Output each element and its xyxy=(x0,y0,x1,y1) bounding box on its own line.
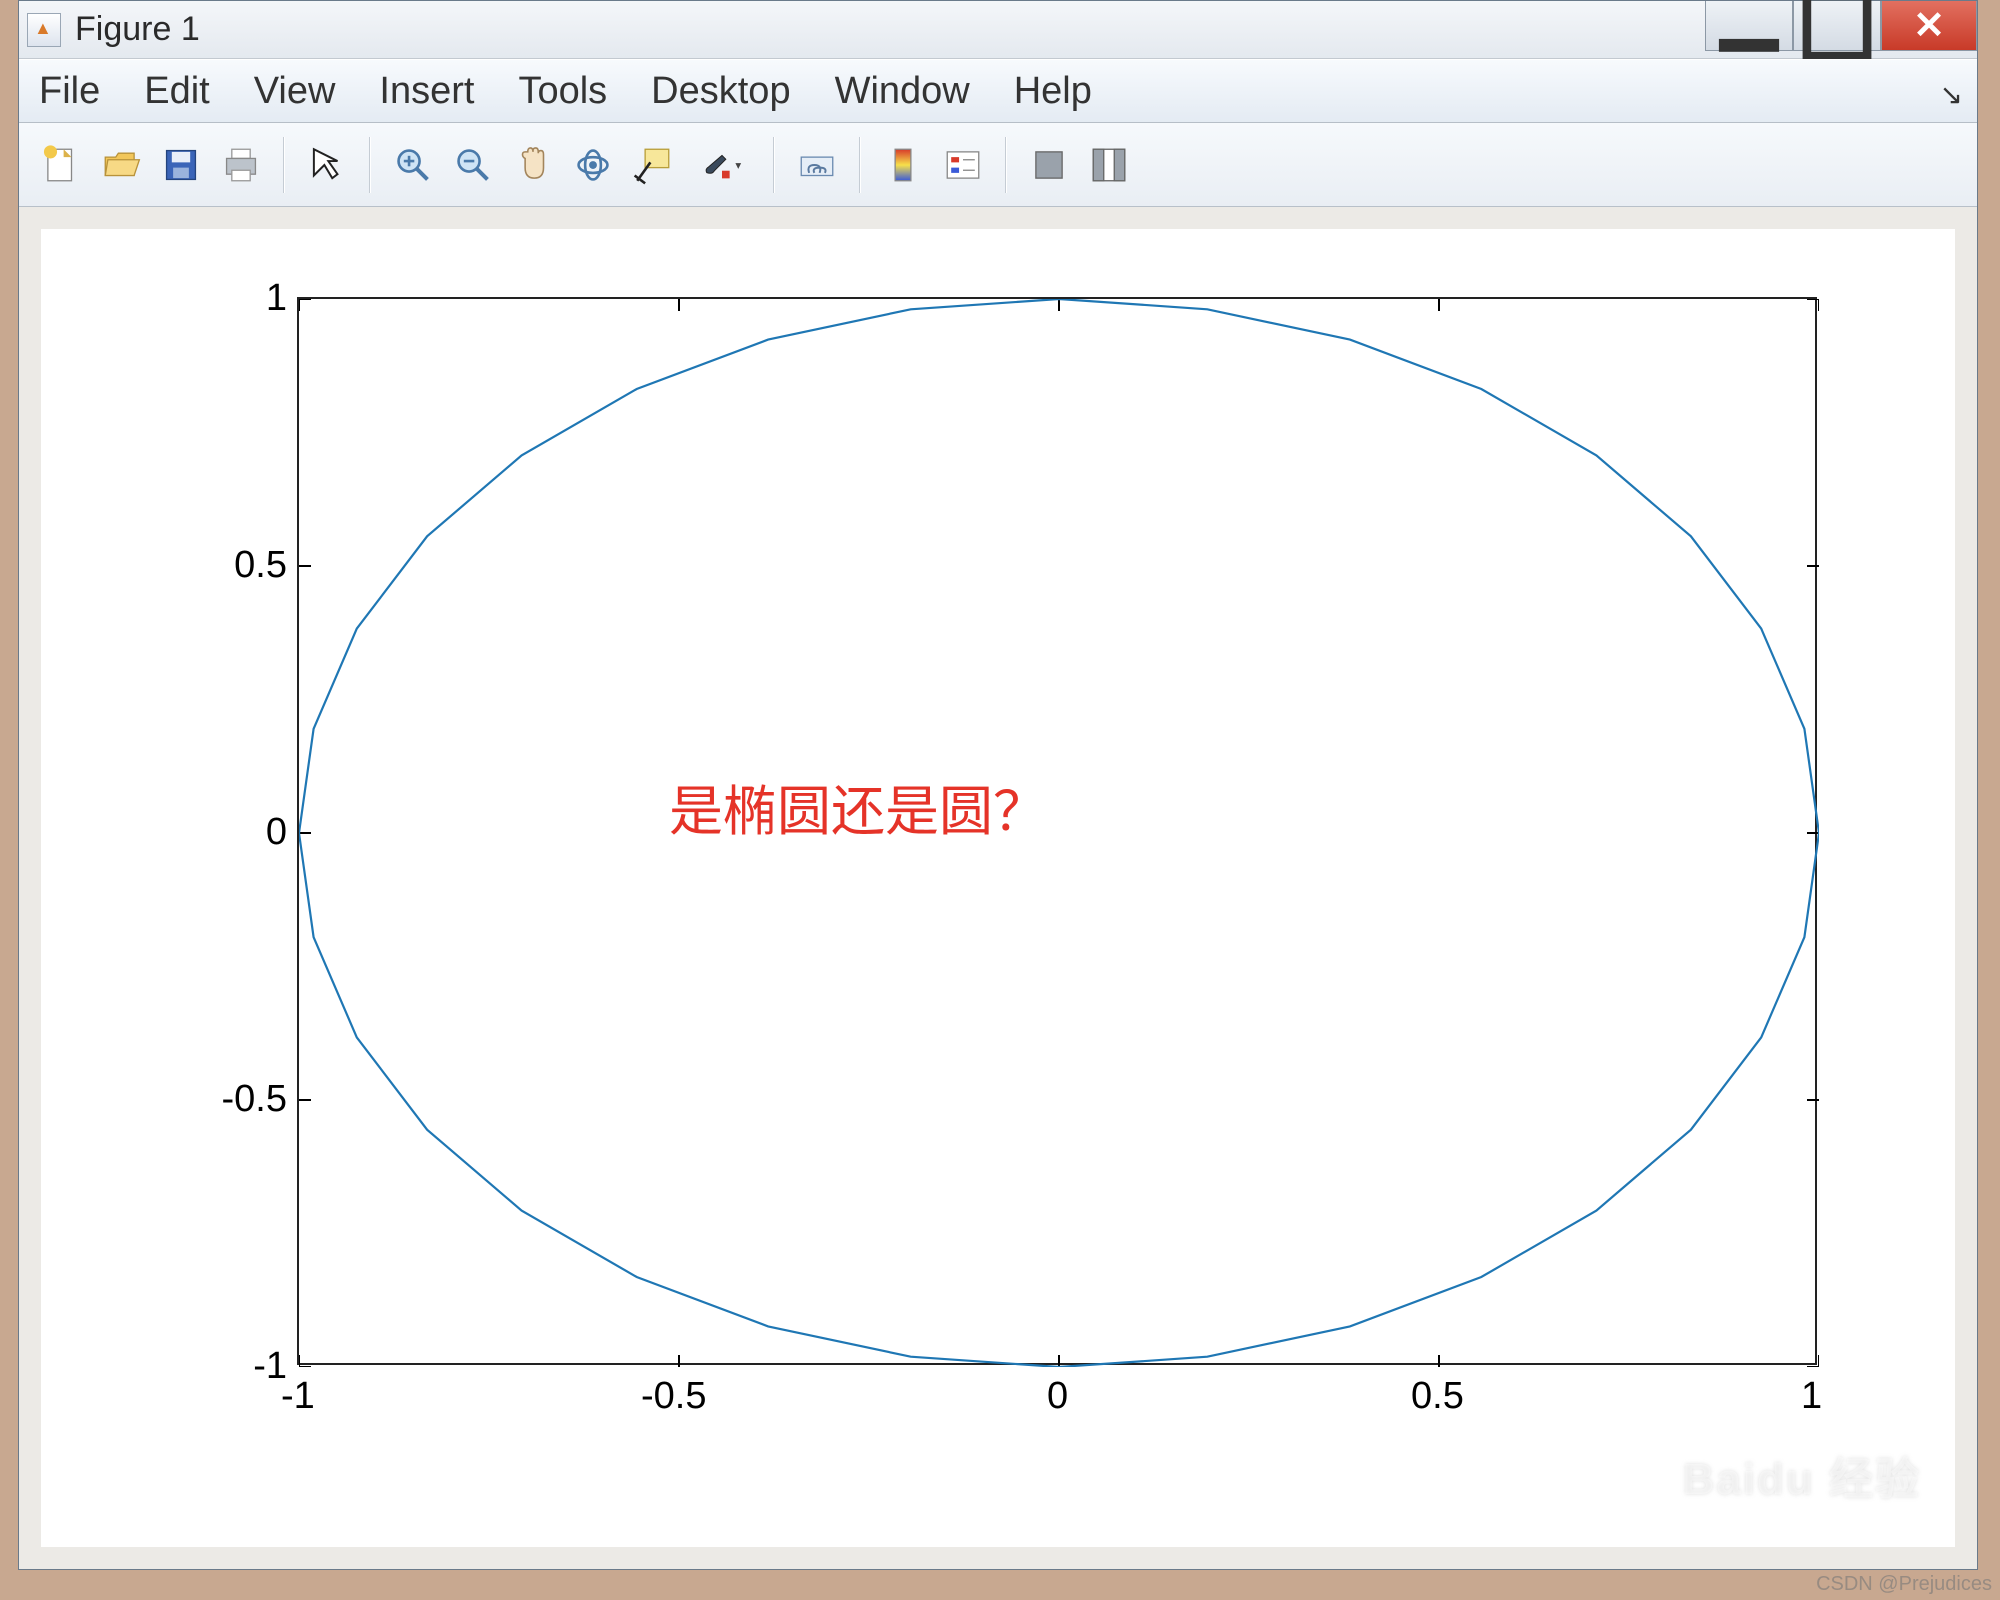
xtick-label: -0.5 xyxy=(641,1375,706,1418)
annotation-text: 是椭圆还是圆？ xyxy=(669,767,1047,846)
toolbar: ▾ xyxy=(19,123,1977,207)
menubar: File Edit View Insert Tools Desktop Wind… xyxy=(19,59,1977,123)
window-controls: ✕ xyxy=(1705,1,1977,51)
titlebar[interactable]: Figure 1 ✕ xyxy=(19,1,1977,59)
svg-text:▾: ▾ xyxy=(735,159,741,171)
open-button[interactable] xyxy=(93,137,149,193)
plot-container: 是椭圆还是圆？ 1 0.5 0 -0.5 -1 -1 -0.5 0 0.5 1 … xyxy=(19,207,1977,1569)
link-plot-button[interactable] xyxy=(789,137,845,193)
new-figure-button[interactable] xyxy=(33,137,89,193)
toolbar-separator xyxy=(1005,137,1007,193)
ytick-label: -0.5 xyxy=(222,1078,287,1121)
csdn-attribution: CSDN @Prejudices xyxy=(1816,1573,1992,1596)
ytick-label: 0.5 xyxy=(234,544,287,587)
axes[interactable]: 是椭圆还是圆？ xyxy=(297,297,1817,1365)
xtick-label: 0.5 xyxy=(1411,1375,1464,1418)
rotate-button[interactable] xyxy=(565,137,621,193)
zoom-in-button[interactable] xyxy=(385,137,441,193)
data-cursor-button[interactable] xyxy=(625,137,681,193)
toolbar-separator xyxy=(773,137,775,193)
maximize-button[interactable] xyxy=(1793,1,1881,51)
show-plot-tools-button[interactable] xyxy=(1081,137,1137,193)
print-button[interactable] xyxy=(213,137,269,193)
menu-file[interactable]: File xyxy=(39,70,100,113)
menu-tools[interactable]: Tools xyxy=(518,70,607,113)
plot-panel: 是椭圆还是圆？ 1 0.5 0 -0.5 -1 -1 -0.5 0 0.5 1 … xyxy=(41,229,1955,1547)
colorbar-button[interactable] xyxy=(875,137,931,193)
xtick-label: -1 xyxy=(281,1375,315,1418)
toolbar-separator xyxy=(369,137,371,193)
matlab-figure-icon xyxy=(27,13,61,47)
figure-window: Figure 1 ✕ File Edit View Insert Tools D… xyxy=(18,0,1978,1570)
minimize-button[interactable] xyxy=(1705,1,1793,51)
menu-insert[interactable]: Insert xyxy=(379,70,474,113)
hide-plot-tools-button[interactable] xyxy=(1021,137,1077,193)
close-button[interactable]: ✕ xyxy=(1881,1,1977,51)
brush-button[interactable]: ▾ xyxy=(685,137,759,193)
edit-plot-button[interactable] xyxy=(299,137,355,193)
ytick-label: 0 xyxy=(266,811,287,854)
menu-view[interactable]: View xyxy=(254,70,336,113)
toolbar-separator xyxy=(859,137,861,193)
menu-desktop[interactable]: Desktop xyxy=(651,70,790,113)
zoom-out-button[interactable] xyxy=(445,137,501,193)
axes-canvas xyxy=(299,299,1819,1367)
xtick-label: 0 xyxy=(1047,1375,1068,1418)
watermark: Baidu 经验 xyxy=(1683,1443,1921,1507)
save-button[interactable] xyxy=(153,137,209,193)
menu-edit[interactable]: Edit xyxy=(144,70,209,113)
menu-window[interactable]: Window xyxy=(835,70,970,113)
ytick-label: 1 xyxy=(266,277,287,320)
dock-arrow-icon[interactable]: ↘ xyxy=(1940,78,1963,111)
toolbar-separator xyxy=(283,137,285,193)
legend-button[interactable] xyxy=(935,137,991,193)
pan-button[interactable] xyxy=(505,137,561,193)
menu-help[interactable]: Help xyxy=(1014,70,1092,113)
window-title: Figure 1 xyxy=(75,10,200,49)
xtick-label: 1 xyxy=(1801,1375,1822,1418)
